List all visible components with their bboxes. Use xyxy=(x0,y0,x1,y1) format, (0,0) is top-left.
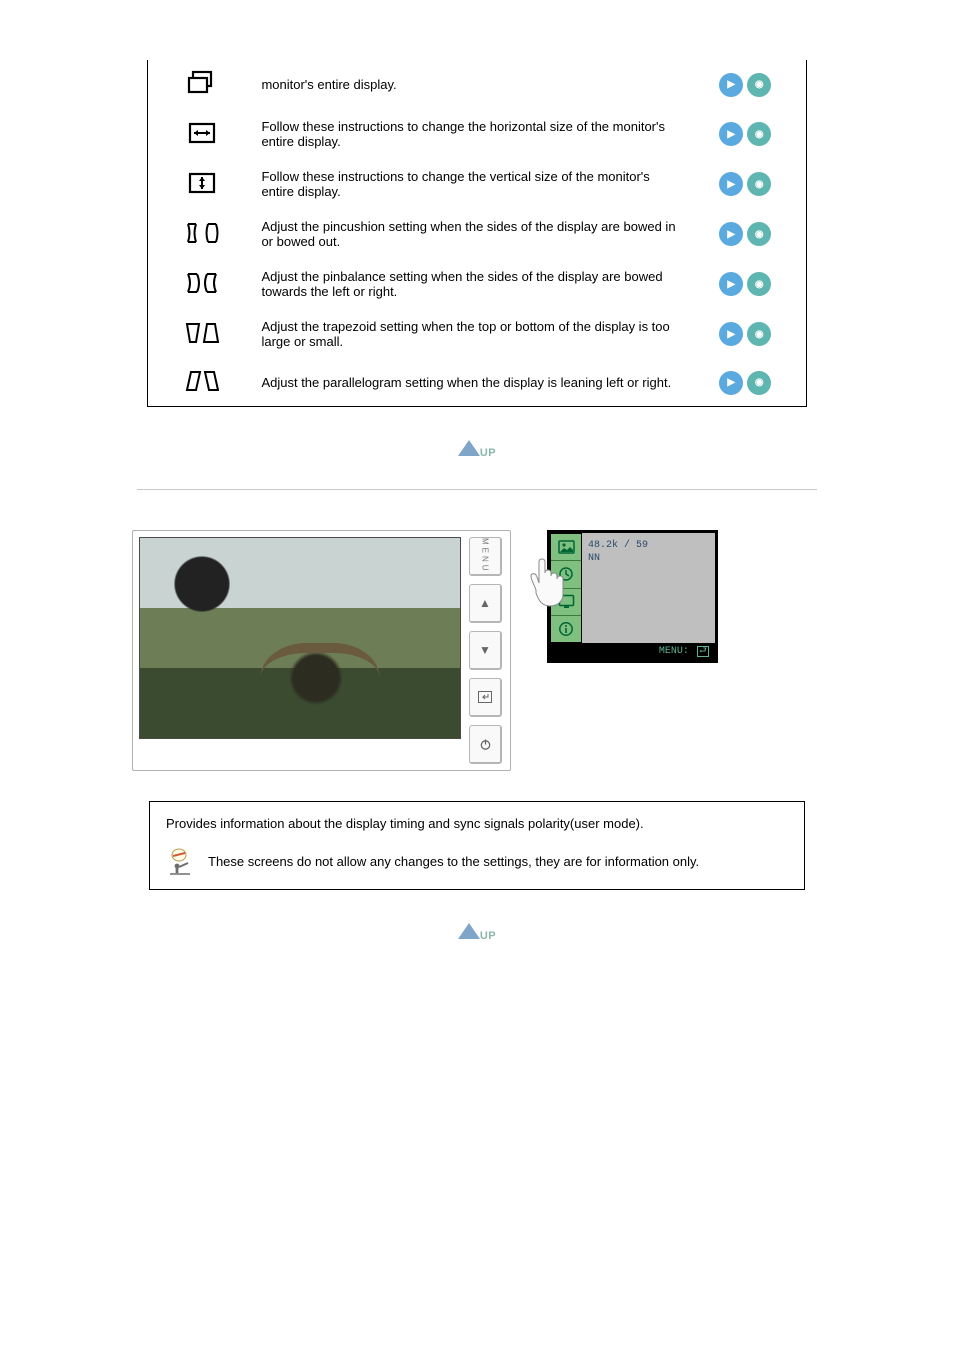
settings-description: Follow these instructions to change the … xyxy=(255,109,684,159)
display-mode-illustration: MENU ▲ ▼ xyxy=(122,530,832,771)
up-arrow-icon xyxy=(458,923,480,939)
info-box: Provides information about the display t… xyxy=(149,801,805,890)
trapezoid-icon xyxy=(148,309,256,359)
up-link-2[interactable]: UP xyxy=(147,920,807,942)
pinbalance-icon xyxy=(148,259,256,309)
animate-button[interactable] xyxy=(747,371,771,395)
settings-description: Adjust the trapezoid setting when the to… xyxy=(255,309,684,359)
up-link-1[interactable]: UP xyxy=(147,437,807,459)
settings-row: Follow these instructions to change the … xyxy=(148,109,807,159)
settings-description: Adjust the pinbalance setting when the s… xyxy=(255,259,684,309)
sample-photo xyxy=(139,537,461,739)
settings-row: Follow these instructions to change the … xyxy=(148,159,807,209)
menu-button[interactable]: MENU xyxy=(469,537,502,576)
osd-text-line1: 48.2k / 59 xyxy=(588,540,709,553)
hand-pointer-icon xyxy=(527,554,577,609)
down-button[interactable]: ▼ xyxy=(469,631,502,670)
play-button[interactable] xyxy=(719,371,743,395)
enter-button[interactable] xyxy=(469,678,502,717)
monitor-buttons: MENU ▲ ▼ xyxy=(469,537,504,764)
settings-description: monitor's entire display. xyxy=(255,60,684,109)
play-button[interactable] xyxy=(719,272,743,296)
hsize-icon xyxy=(148,109,256,159)
info-line1: Provides information about the display t… xyxy=(166,816,788,831)
animate-button[interactable] xyxy=(747,272,771,296)
up-label: UP xyxy=(480,447,496,459)
animate-button[interactable] xyxy=(747,322,771,346)
power-button[interactable] xyxy=(469,725,502,764)
play-button[interactable] xyxy=(719,172,743,196)
animate-button[interactable] xyxy=(747,222,771,246)
animate-button[interactable] xyxy=(747,172,771,196)
play-button[interactable] xyxy=(719,122,743,146)
note-icon xyxy=(166,847,194,875)
position-icon xyxy=(148,60,256,109)
settings-row: monitor's entire display. xyxy=(148,60,807,109)
parallelogram-icon xyxy=(148,359,256,407)
up-button[interactable]: ▲ xyxy=(469,584,502,623)
settings-row: Adjust the trapezoid setting when the to… xyxy=(148,309,807,359)
osd-text-line2: NN xyxy=(588,553,709,566)
up-arrow-icon xyxy=(458,440,480,456)
play-button[interactable] xyxy=(719,322,743,346)
settings-description: Adjust the pincushion setting when the s… xyxy=(255,209,684,259)
play-button[interactable] xyxy=(719,73,743,97)
monitor-mockup: MENU ▲ ▼ xyxy=(132,530,511,771)
osd-tab-info-icon xyxy=(551,615,581,642)
settings-row: Adjust the pinbalance setting when the s… xyxy=(148,259,807,309)
play-button[interactable] xyxy=(719,222,743,246)
animate-button[interactable] xyxy=(747,122,771,146)
settings-table: monitor's entire display.Follow these in… xyxy=(147,60,807,407)
osd-info-panel: 48.2k / 59 NN xyxy=(582,533,715,643)
settings-description: Follow these instructions to change the … xyxy=(255,159,684,209)
osd-footer: MENU: ⮐ xyxy=(550,643,715,660)
info-line2: These screens do not allow any changes t… xyxy=(208,854,699,869)
pincushion-icon xyxy=(148,209,256,259)
animate-button[interactable] xyxy=(747,73,771,97)
settings-row: Adjust the parallelogram setting when th… xyxy=(148,359,807,407)
settings-description: Adjust the parallelogram setting when th… xyxy=(255,359,684,407)
vsize-icon xyxy=(148,159,256,209)
up-label: UP xyxy=(480,930,496,942)
divider xyxy=(137,489,817,490)
settings-row: Adjust the pincushion setting when the s… xyxy=(148,209,807,259)
